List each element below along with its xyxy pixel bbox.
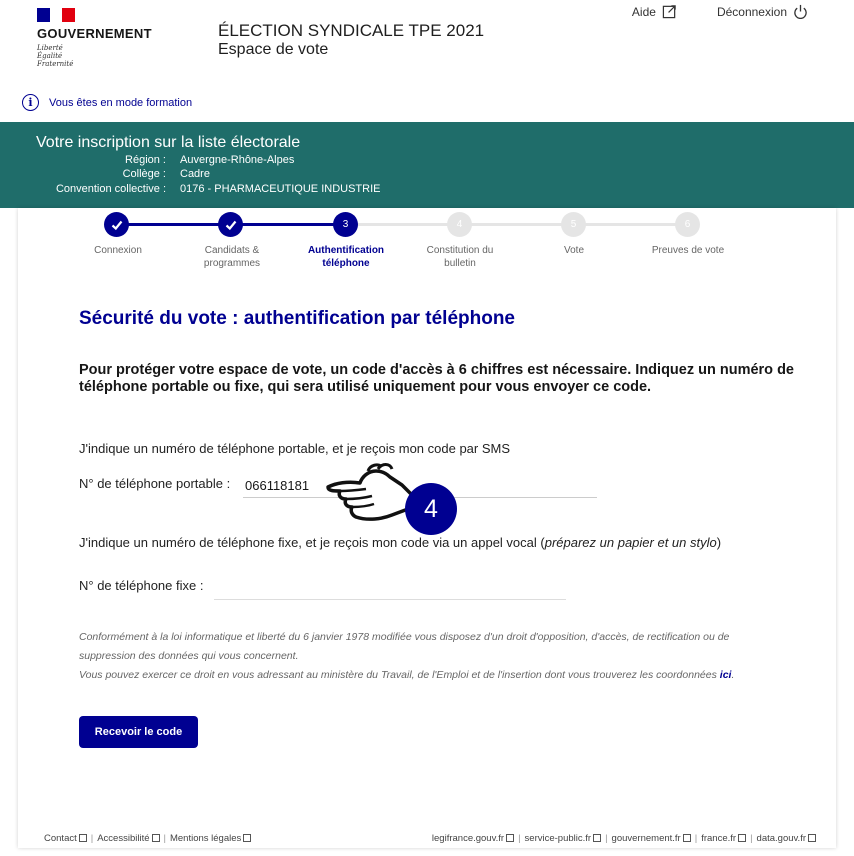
fixed-phone-input[interactable] bbox=[214, 574, 566, 600]
mobile-question: J'indique un numéro de téléphone portabl… bbox=[79, 441, 511, 456]
external-link-icon bbox=[506, 834, 515, 842]
progress-stepper: 3 4 5 6 Connexion Candidats & programmes… bbox=[18, 208, 836, 278]
site-header: GOUVERNEMENT Liberté Égalité Fraternité … bbox=[0, 0, 854, 88]
formation-notice: i Vous êtes en mode formation bbox=[22, 94, 192, 111]
footer-link-gouvernement[interactable]: gouvernement.fr bbox=[612, 833, 691, 844]
step-3-circle: 3 bbox=[333, 212, 358, 237]
electoral-list-banner: Votre inscription sur la liste électoral… bbox=[0, 122, 854, 208]
logout-link[interactable]: Déconnexion bbox=[717, 4, 808, 19]
power-icon bbox=[794, 4, 807, 19]
footer-link-service-public[interactable]: service-public.fr bbox=[525, 833, 602, 844]
pointing-hand-icon bbox=[326, 463, 414, 521]
banner-row-convention: Convention collective : 0176 - PHARMACEU… bbox=[55, 183, 381, 195]
step-1-check-icon bbox=[104, 212, 129, 237]
step-label: Constitution du bulletin bbox=[426, 245, 494, 269]
step-4-circle: 4 bbox=[447, 212, 472, 237]
step-label: Candidats & programmes bbox=[203, 245, 261, 269]
step-label-current: Authentification téléphone bbox=[307, 245, 385, 269]
banner-row-college: Collège : Cadre bbox=[122, 168, 210, 180]
app-subtitle: Espace de vote bbox=[218, 41, 329, 58]
mobile-label: N° de téléphone portable : bbox=[79, 476, 231, 491]
app-title: ÉLECTION SYNDICALE TPE 2021 bbox=[218, 21, 485, 40]
step-label: Vote bbox=[563, 245, 585, 256]
intro-text: Pour protéger votre espace de vote, un c… bbox=[79, 362, 794, 395]
site-footer: Contact | Accessibilité | Mentions légal… bbox=[0, 830, 854, 850]
receive-code-button[interactable]: Recevoir le code bbox=[79, 716, 198, 748]
french-flag-icon bbox=[37, 8, 76, 22]
fixed-label: N° de téléphone fixe : bbox=[79, 578, 204, 593]
banner-title: Votre inscription sur la liste électoral… bbox=[36, 134, 301, 151]
footer-right-links: legifrance.gouv.fr | service-public.fr |… bbox=[432, 833, 816, 844]
footer-link-legal[interactable]: Mentions légales bbox=[170, 833, 252, 844]
external-link-icon bbox=[151, 834, 160, 842]
footer-link-france[interactable]: france.fr bbox=[701, 833, 747, 844]
page-title: Sécurité du vote : authentification par … bbox=[79, 308, 515, 329]
info-icon: i bbox=[22, 94, 39, 111]
legal-notice: Conformément à la loi informatique et li… bbox=[79, 631, 735, 681]
contact-details-link[interactable]: ici bbox=[720, 669, 732, 681]
footer-link-data-gouv[interactable]: data.gouv.fr bbox=[757, 833, 816, 844]
footer-link-accessibility[interactable]: Accessibilité bbox=[97, 833, 160, 844]
footer-link-contact[interactable]: Contact bbox=[44, 833, 87, 844]
external-link-icon bbox=[243, 834, 252, 842]
step-6-circle: 6 bbox=[675, 212, 700, 237]
step-number-badge: 4 bbox=[405, 483, 457, 535]
step-label: Preuves de vote bbox=[651, 245, 725, 256]
header-tools: Aide Déconnexion bbox=[632, 4, 808, 19]
government-logo[interactable]: GOUVERNEMENT Liberté Égalité Fraternité bbox=[37, 8, 167, 78]
republic-motto: Liberté Égalité Fraternité bbox=[37, 44, 74, 68]
external-link-icon bbox=[593, 834, 602, 842]
step-2-check-icon bbox=[218, 212, 243, 237]
fixed-question: J'indique un numéro de téléphone fixe, e… bbox=[79, 535, 722, 550]
government-name: GOUVERNEMENT bbox=[37, 26, 152, 41]
footer-left-links: Contact | Accessibilité | Mentions légal… bbox=[44, 833, 252, 844]
banner-row-region: Région : Auvergne-Rhône-Alpes bbox=[125, 154, 295, 166]
external-link-icon bbox=[78, 834, 87, 842]
footer-link-legifrance[interactable]: legifrance.gouv.fr bbox=[432, 833, 515, 844]
external-link-icon bbox=[738, 834, 747, 842]
external-link-icon bbox=[808, 834, 816, 842]
step-label: Connexion bbox=[94, 245, 142, 256]
help-link[interactable]: Aide bbox=[632, 4, 677, 19]
external-link-icon bbox=[662, 5, 676, 19]
step-5-circle: 5 bbox=[561, 212, 586, 237]
external-link-icon bbox=[682, 834, 691, 842]
